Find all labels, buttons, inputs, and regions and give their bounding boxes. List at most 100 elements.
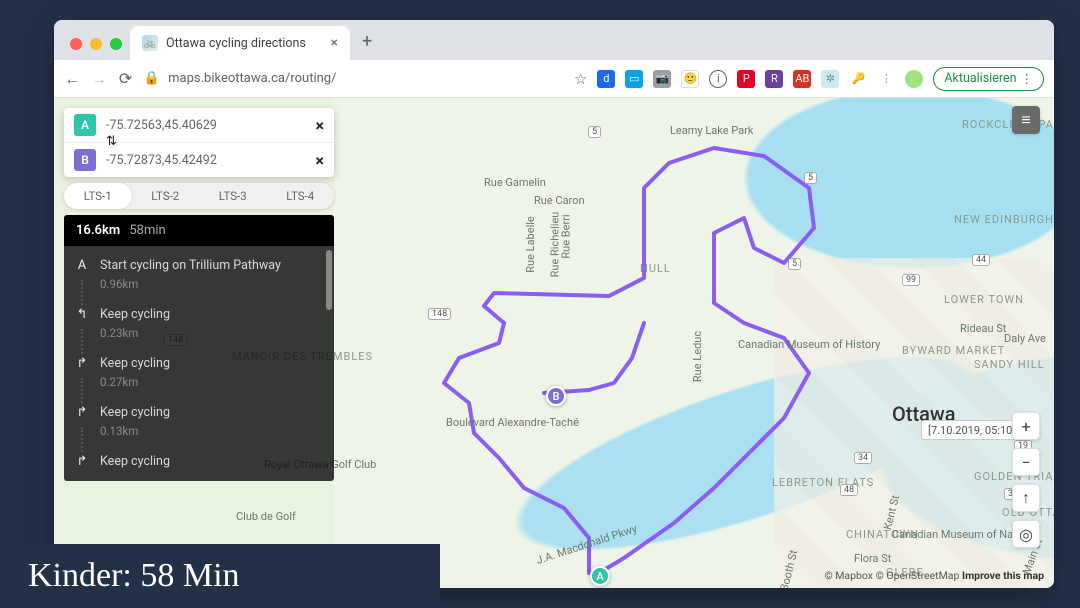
extension-icon[interactable]: AB [793,70,811,88]
attr-mapbox[interactable]: © Mapbox [824,569,873,582]
direction-step[interactable]: ↱Keep cycling0.27km [64,348,334,397]
waypoint-a-badge: A [74,114,96,136]
back-button[interactable]: ← [64,69,81,89]
lts-tab-4[interactable]: LTS-4 [267,183,335,209]
direction-step[interactable]: A Start cycling on Trillium Pathway 0.96km [64,250,334,299]
tab-close-icon[interactable]: × [331,35,338,51]
lts-tab-1[interactable]: LTS-1 [64,183,132,209]
summary-distance: 16.6km [76,223,120,238]
map-label: Rideau St [960,322,1006,335]
extension-icon[interactable]: 🔑 [849,70,867,88]
map-label: Leamy Lake Park [670,124,753,137]
refresh-pill[interactable]: Aktualisieren ⋮ [933,67,1044,91]
waypoint-b-badge: B [74,149,96,171]
map-label: LOWER TOWN [944,293,1024,306]
step-icon: ↱ [74,405,90,420]
waypoint-b-value[interactable]: -75.72873,45.42492 [106,153,217,168]
swap-waypoints-icon[interactable]: ⇅ [106,134,117,149]
road-shield: 148 [428,308,451,320]
step-icon: ↱ [74,454,90,469]
step-icon: A [74,258,90,273]
tab-title: Ottawa cycling directions [166,36,306,51]
attr-osm[interactable]: © OpenStreetMap [876,569,960,582]
route-marker-a[interactable]: A [590,566,610,586]
lock-icon: 🔒 [144,71,160,86]
layers-button[interactable]: ≡ [1012,106,1040,134]
map-label: Boulevard Alexandre-Taché [446,416,579,429]
browser-tab[interactable]: 🚲 Ottawa cycling directions × [130,26,350,60]
road-shield: 99 [902,274,920,286]
map-label: Rue Gamelin [484,176,546,189]
lts-tab-2[interactable]: LTS-2 [132,183,200,209]
timestamp-text: [7.10.2019, 05:10: [928,424,1015,437]
menu-dots-icon: ⋮ [1021,71,1034,87]
waypoints-box: A -75.72563,45.40629 × ⇅ B -75.72873,45.… [64,108,334,177]
road-shield: 5 [804,172,817,184]
step-text: Keep cycling [100,356,320,371]
map-label: Rue Caron [534,194,585,207]
step-text: Keep cycling [100,454,320,469]
lts-tabs: LTS-1 LTS-2 LTS-3 LTS-4 [64,183,334,209]
extension-icon[interactable]: R [765,70,783,88]
extension-icon[interactable]: ✲ [821,70,839,88]
map-label: NEW EDINBURGH [954,213,1054,226]
attr-improve[interactable]: Improve this map [962,569,1044,582]
direction-step[interactable]: ↱Keep cycling0.13km [64,397,334,446]
profile-avatar-icon[interactable] [905,70,923,88]
route-marker-b[interactable]: B [546,386,566,406]
route-summary: 16.6km 58min [64,215,334,246]
directions-list[interactable]: A Start cycling on Trillium Pathway 0.96km… [64,246,334,481]
map-controls-bottom: + − ↑ ◎ [1012,412,1040,548]
step-text: Keep cycling [100,405,320,420]
routing-panel: A -75.72563,45.40629 × ⇅ B -75.72873,45.… [64,108,334,481]
lts-tab-3[interactable]: LTS-3 [199,183,267,209]
map-label: ROCKCLIFFE PARK [962,118,1054,131]
url-text: maps.bikeottawa.ca/routing/ [168,71,336,86]
bookmark-star-icon[interactable]: ☆ [574,70,587,88]
address-bar: ← → ⟳ 🔒 maps.bikeottawa.ca/routing/ ☆ d … [54,60,1054,98]
map-label: Rue Leduc [691,331,704,382]
refresh-label: Aktualisieren [944,71,1016,86]
new-tab-button[interactable]: + [350,31,384,60]
map-label: Rue Berri [560,214,573,258]
clear-waypoint-b[interactable]: × [316,151,325,170]
summary-duration: 58min [129,223,165,238]
map-label: Rue Labelle [524,216,537,273]
map-attribution: © Mapbox © OpenStreetMap Improve this ma… [824,569,1044,582]
extension-icon[interactable]: d [597,70,615,88]
step-text: Keep cycling [100,307,320,322]
compass-button[interactable]: ↑ [1012,484,1040,512]
close-window-icon[interactable] [70,38,82,50]
zoom-out-button[interactable]: − [1012,448,1040,476]
tab-strip: 🚲 Ottawa cycling directions × + [54,20,1054,60]
url-field[interactable]: 🔒 maps.bikeottawa.ca/routing/ [144,71,564,86]
map-label: Daly Ave [1004,332,1046,345]
minimize-window-icon[interactable] [90,38,102,50]
road-shield: 44 [972,254,990,266]
map-label: Flora St [854,552,891,565]
zoom-in-button[interactable]: + [1012,412,1040,440]
direction-step[interactable]: ↱ Keep cycling [64,446,334,477]
window-controls [66,38,130,60]
road-shield: 34 [854,452,872,464]
extension-icon[interactable]: 📷 [653,70,671,88]
extension-icon[interactable]: 🙂 [681,70,699,88]
extension-icon[interactable]: i [709,70,727,88]
map-viewport[interactable]: Ottawa Leamy Lake ParkROCKCLIFFE PARKNEW… [54,98,1054,588]
map-controls-top: ≡ [1012,106,1040,134]
reload-button[interactable]: ⟳ [117,69,134,88]
maximize-window-icon[interactable] [110,38,122,50]
slide-caption: Kinder: 58 Min [0,544,440,608]
step-distance: 0.96km [100,277,320,291]
extension-icon[interactable]: ▭ [625,70,643,88]
clear-waypoint-a[interactable]: × [316,116,325,135]
direction-step[interactable]: ↰Keep cycling0.23km [64,299,334,348]
favicon-icon: 🚲 [142,35,158,51]
map-label: SANDY HILL [974,358,1045,371]
step-text: Start cycling on Trillium Pathway [100,258,320,273]
extension-icon[interactable]: P [737,70,755,88]
waypoint-a-row: A -75.72563,45.40629 × [64,108,334,142]
locate-button[interactable]: ◎ [1012,520,1040,548]
forward-button[interactable]: → [91,69,108,89]
waypoint-a-value[interactable]: -75.72563,45.40629 [106,118,217,133]
